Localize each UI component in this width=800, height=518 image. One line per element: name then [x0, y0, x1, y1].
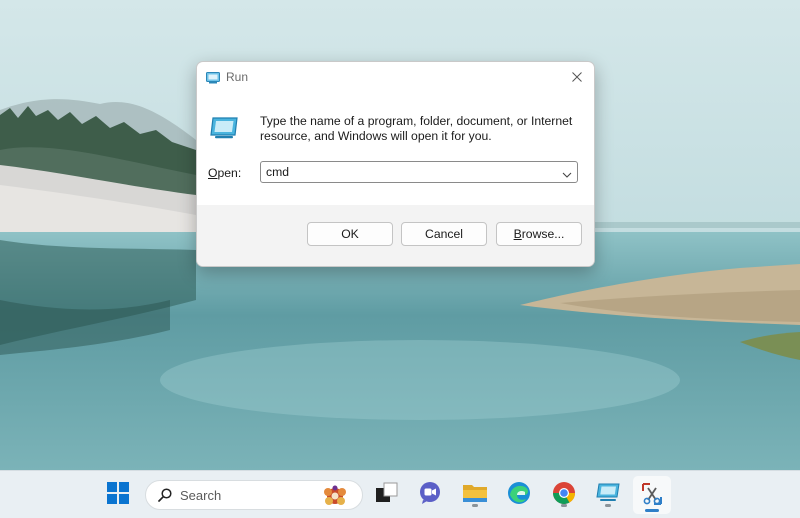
edge-button[interactable] — [505, 481, 533, 509]
close-button[interactable] — [564, 66, 590, 88]
taskbar-search-box[interactable]: Search — [145, 480, 363, 510]
run-icon — [206, 71, 220, 84]
ok-button[interactable]: OK — [307, 222, 393, 246]
run-program-icon — [209, 117, 239, 139]
edge-icon — [507, 481, 531, 510]
running-indicator — [605, 504, 611, 507]
running-indicator — [472, 504, 478, 507]
run-taskbar-button[interactable] — [594, 481, 622, 509]
windows-start-icon — [107, 481, 129, 509]
search-highlight-icon — [320, 482, 350, 510]
file-explorer-button[interactable] — [461, 481, 489, 509]
open-combobox[interactable] — [260, 161, 578, 183]
dialog-footer: OK Cancel Browse... — [197, 205, 594, 266]
browse-button[interactable]: Browse... — [496, 222, 582, 246]
task-view-button[interactable] — [373, 481, 401, 509]
search-icon — [158, 488, 172, 502]
chrome-button[interactable] — [550, 481, 578, 509]
snipping-tool-button[interactable] — [633, 476, 671, 514]
task-view-icon — [375, 482, 399, 509]
taskbar: Search — [0, 470, 800, 518]
dialog-titlebar[interactable]: Run — [197, 62, 594, 92]
desktop: Run Type the name of a program, folder, … — [0, 0, 800, 518]
running-indicator — [561, 504, 567, 507]
run-dialog: Run Type the name of a program, folder, … — [196, 61, 595, 267]
chevron-down-icon[interactable] — [561, 167, 573, 178]
open-label: Open: — [208, 166, 242, 180]
active-indicator — [645, 509, 659, 512]
dialog-description: Type the name of a program, folder, docu… — [260, 114, 573, 143]
windows-start-button[interactable] — [104, 481, 132, 509]
open-input[interactable] — [266, 164, 546, 180]
dialog-title: Run — [226, 70, 249, 84]
chat-button[interactable] — [416, 481, 444, 509]
chat-icon — [418, 481, 442, 510]
close-icon — [572, 70, 582, 85]
search-label: Search — [180, 488, 222, 503]
snipping-tool-icon — [639, 481, 665, 512]
cancel-button[interactable]: Cancel — [401, 222, 487, 246]
